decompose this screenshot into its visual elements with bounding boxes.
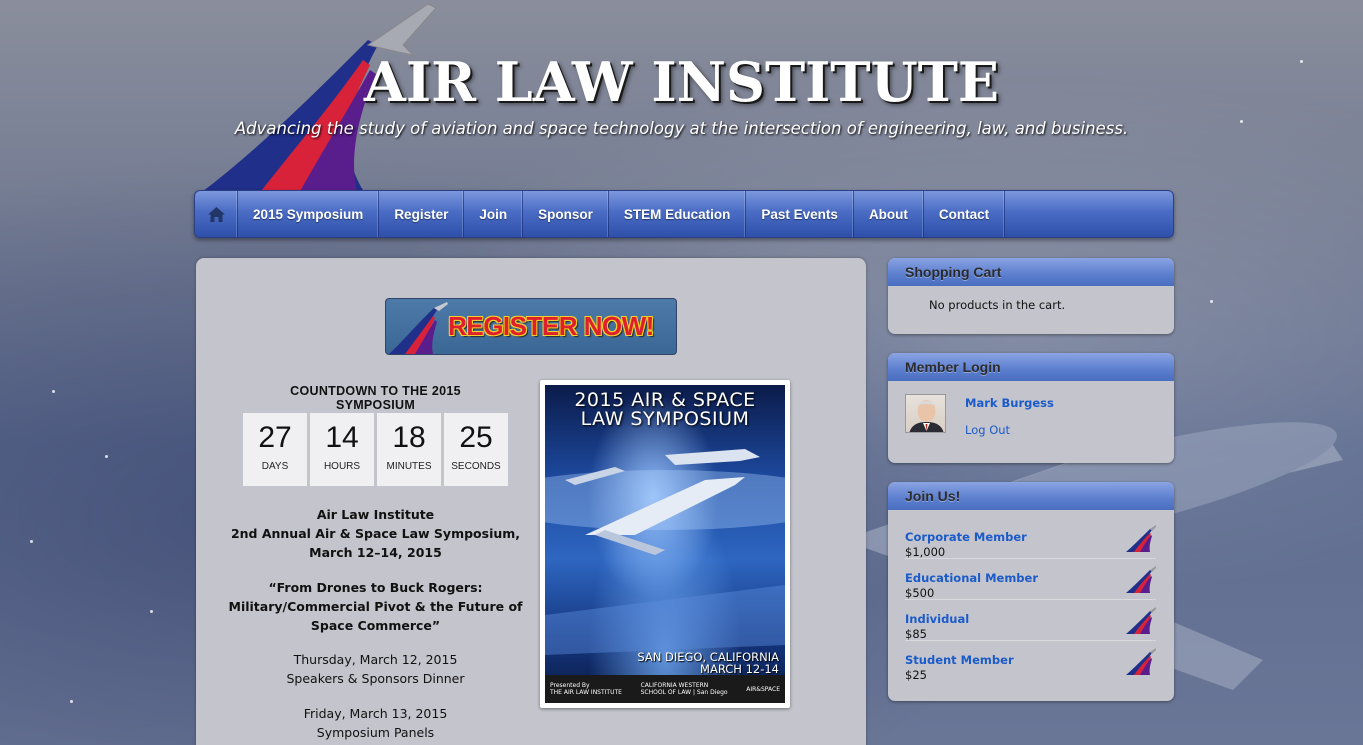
air-law-logo-icon bbox=[1126, 607, 1156, 634]
event-theme-line: “From Drones to Buck Rogers: bbox=[268, 580, 483, 595]
user-portrait-icon bbox=[909, 400, 944, 432]
list-item: Individual $85 bbox=[905, 600, 1156, 641]
poster-presented-by: Presented By bbox=[550, 682, 590, 689]
membership-price: $1,000 bbox=[905, 545, 946, 559]
list-item: Educational Member $500 bbox=[905, 559, 1156, 600]
countdown-timer: 27 DAYS 14 HOURS 18 MINUTES 25 SECONDS bbox=[243, 413, 508, 486]
countdown-label: HOURS bbox=[323, 461, 361, 472]
poster-presenter-name: THE AIR LAW INSTITUTE bbox=[550, 689, 622, 696]
event-day-2: Friday, March 13, 2015 Symposium Panels bbox=[224, 704, 527, 742]
membership-price: $25 bbox=[905, 668, 927, 682]
member-name-link[interactable]: Mark Burgess bbox=[965, 396, 1054, 410]
countdown-seconds: 25 SECONDS bbox=[444, 413, 508, 486]
nav-item-register[interactable]: Register bbox=[379, 191, 465, 237]
logout-link[interactable]: Log Out bbox=[965, 423, 1010, 437]
list-item: Student Member $25 bbox=[905, 641, 1156, 682]
poster-partner-school: CALIFORNIA WESTERN SCHOOL OF LAW | San D… bbox=[641, 682, 728, 696]
join-us-widget: Join Us! Corporate Member $1,000 Educati… bbox=[888, 482, 1174, 701]
nav-item-contact[interactable]: Contact bbox=[924, 191, 1006, 237]
site-title[interactable]: AIR LAW INSTITUTE bbox=[0, 50, 1363, 114]
event-dates: March 12–14, 2015 bbox=[309, 545, 442, 560]
register-now-banner[interactable]: REGISTER NOW! bbox=[385, 298, 677, 355]
site-tagline: Advancing the study of aviation and spac… bbox=[234, 119, 1129, 138]
countdown-title: COUNTDOWN TO THE 2015 SYMPOSIUM bbox=[290, 384, 461, 412]
home-icon bbox=[207, 206, 225, 222]
nav-item-about[interactable]: About bbox=[854, 191, 924, 237]
event-title-block: Air Law Institute 2nd Annual Air & Space… bbox=[224, 505, 527, 562]
event-theme-block: “From Drones to Buck Rogers: Military/Co… bbox=[224, 578, 527, 635]
poster-title: 2015 AIR & SPACE LAW SYMPOSIUM bbox=[545, 391, 785, 429]
membership-link[interactable]: Corporate Member bbox=[905, 530, 1156, 544]
nav-item-past-events[interactable]: Past Events bbox=[746, 191, 854, 237]
member-login-body: Mark Burgess Log Out bbox=[888, 381, 1174, 463]
countdown-label: SECONDS bbox=[451, 461, 501, 472]
join-us-title: Join Us! bbox=[888, 482, 1174, 510]
poster-partner-line: CALIFORNIA WESTERN bbox=[640, 682, 709, 689]
register-now-text: REGISTER NOW! bbox=[448, 311, 654, 341]
countdown-value: 27 bbox=[258, 421, 292, 454]
member-login-widget: Member Login Mark Burgess Log Out bbox=[888, 353, 1174, 463]
main-content-panel: REGISTER NOW! COUNTDOWN TO THE 2015 SYMP… bbox=[196, 258, 866, 745]
shopping-cart-title: Shopping Cart bbox=[888, 258, 1174, 286]
membership-list: Corporate Member $1,000 Educational Memb… bbox=[888, 510, 1174, 682]
membership-link[interactable]: Educational Member bbox=[905, 571, 1156, 585]
membership-link[interactable]: Student Member bbox=[905, 653, 1156, 667]
countdown-label: DAYS bbox=[261, 461, 289, 472]
list-item: Corporate Member $1,000 bbox=[905, 518, 1156, 559]
nav-home-button[interactable] bbox=[195, 191, 238, 237]
air-law-logo-icon bbox=[1126, 525, 1156, 552]
poster-presenter: Presented By THE AIR LAW INSTITUTE bbox=[550, 682, 622, 696]
nav-item-stem-education[interactable]: STEM Education bbox=[609, 191, 747, 237]
poster-footer: Presented By THE AIR LAW INSTITUTE CALIF… bbox=[545, 675, 785, 703]
member-login-title: Member Login bbox=[888, 353, 1174, 381]
poster-title-line: LAW SYMPOSIUM bbox=[580, 408, 750, 430]
poster-partner-line: SCHOOL OF LAW | San Diego bbox=[640, 689, 728, 696]
countdown-value: 25 bbox=[459, 421, 493, 454]
symposium-poster-image[interactable]: 2015 AIR & SPACE LAW SYMPOSIUM SAN DIEGO… bbox=[540, 380, 790, 708]
event-theme-line: Military/Commercial Pivot & the Future o… bbox=[228, 599, 523, 614]
membership-price: $85 bbox=[905, 627, 927, 641]
event-theme-line: Space Commerce” bbox=[310, 618, 441, 633]
countdown-value: 14 bbox=[325, 421, 359, 454]
air-law-logo-icon bbox=[1126, 648, 1156, 675]
countdown-label: MINUTES bbox=[386, 461, 432, 472]
countdown-hours: 14 HOURS bbox=[310, 413, 374, 486]
poster-partner-museum: AIR&SPACE bbox=[746, 685, 780, 693]
nav-item-2015-symposium[interactable]: 2015 Symposium bbox=[238, 191, 380, 237]
logo-swoosh-icon bbox=[389, 302, 448, 354]
countdown-days: 27 DAYS bbox=[243, 413, 307, 486]
poster-location: SAN DIEGO, CALIFORNIA MARCH 12-14 bbox=[637, 651, 779, 675]
cart-empty-message: No products in the cart. bbox=[929, 298, 1066, 312]
main-navigation: 2015 Symposium Register Join Sponsor STE… bbox=[194, 190, 1174, 238]
event-org: Air Law Institute bbox=[316, 507, 435, 522]
countdown-minutes: 18 MINUTES bbox=[377, 413, 441, 486]
poster-location-line: MARCH 12-14 bbox=[700, 662, 779, 676]
event-day-date: Friday, March 13, 2015 bbox=[303, 706, 448, 721]
membership-price: $500 bbox=[905, 586, 935, 600]
event-day-desc: Symposium Panels bbox=[316, 725, 435, 740]
event-day-desc: Speakers & Sponsors Dinner bbox=[286, 671, 465, 686]
event-day-date: Thursday, March 12, 2015 bbox=[293, 652, 458, 667]
membership-link[interactable]: Individual bbox=[905, 612, 1156, 626]
event-day-1: Thursday, March 12, 2015 Speakers & Spon… bbox=[224, 650, 527, 688]
countdown-value: 18 bbox=[392, 421, 426, 454]
event-name: 2nd Annual Air & Space Law Symposium, bbox=[230, 526, 521, 541]
nav-item-sponsor[interactable]: Sponsor bbox=[523, 191, 609, 237]
nav-item-join[interactable]: Join bbox=[464, 191, 524, 237]
poster-artwork: 2015 AIR & SPACE LAW SYMPOSIUM SAN DIEGO… bbox=[545, 385, 785, 703]
shopping-cart-widget: Shopping Cart No products in the cart. bbox=[888, 258, 1174, 334]
air-law-logo-icon bbox=[1126, 566, 1156, 593]
avatar bbox=[905, 394, 946, 433]
